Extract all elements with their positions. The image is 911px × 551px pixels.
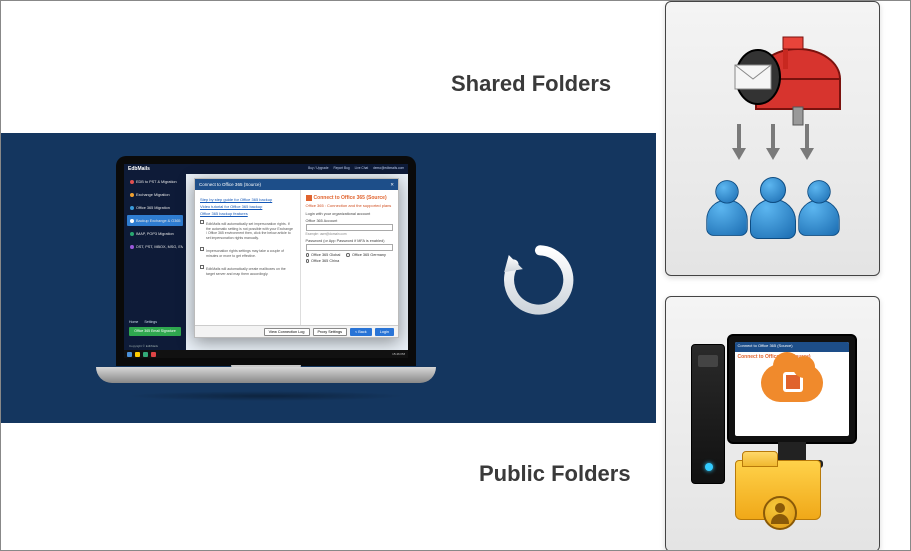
windows-taskbar: 15:46 PM	[124, 350, 408, 358]
link-chat[interactable]: Live Chat	[355, 166, 368, 170]
login-button[interactable]: Login	[375, 328, 394, 336]
person-icon	[702, 180, 751, 236]
arrow-icon	[734, 124, 744, 160]
user-badge-icon	[763, 496, 797, 530]
tab-settings[interactable]: Settings	[144, 320, 157, 324]
back-button[interactable]: < Back	[350, 328, 372, 336]
account-example: Example: user@domain.com	[306, 232, 393, 236]
copyright-text: Copyright © EdbMails	[129, 344, 158, 348]
app-window: EdbMails Buy / Upgrade Report Bug Live C…	[124, 164, 408, 358]
password-label: Password (or App Password if MFA is enab…	[306, 239, 393, 243]
monitor-dialog-title: Connect to Office 365 (Source)	[735, 342, 849, 352]
pc-tower-icon	[691, 344, 725, 484]
laptop-base	[96, 367, 436, 383]
shared-folders-label: Shared Folders	[451, 71, 611, 97]
radio-germany[interactable]	[346, 253, 350, 257]
top-links: Buy / Upgrade Report Bug Live Chat demo@…	[308, 166, 404, 170]
password-input[interactable]	[306, 244, 393, 251]
laptop-shadow	[126, 391, 406, 401]
person-icon	[794, 180, 843, 236]
taskbar-time: 15:46 PM	[392, 352, 405, 356]
public-folders-card: Connect to Office 365 (Source) Connect t…	[665, 296, 880, 551]
mailbox-graphic	[693, 29, 853, 249]
monitor-icon: Connect to Office 365 (Source) Connect t…	[727, 334, 857, 444]
dialog-right-pane: Connect to Office 365 (Source) Office 36…	[301, 190, 398, 337]
check-1[interactable]	[200, 220, 204, 224]
link-report[interactable]: Report Bug	[334, 166, 350, 170]
login-heading: Login with your organizational account	[306, 212, 393, 216]
shared-folders-card	[665, 1, 880, 276]
explorer-icon[interactable]	[135, 352, 140, 357]
laptop-illustration: EdbMails Buy / Upgrade Report Bug Live C…	[96, 156, 436, 401]
sidebar-item-backup[interactable]: Backup Exchange & O365	[127, 215, 183, 226]
public-folders-label: Public Folders	[479, 461, 631, 487]
monitor-stand	[778, 442, 806, 462]
link-buy[interactable]: Buy / Upgrade	[308, 166, 328, 170]
laptop-screen: EdbMails Buy / Upgrade Report Bug Live C…	[116, 156, 416, 366]
sidebar-item-exchange[interactable]: Exchange Migration	[127, 189, 183, 200]
arrow-icon	[768, 124, 778, 160]
features-link[interactable]: Office 365 backup features	[200, 211, 295, 216]
sidebar-item-imap[interactable]: IMAP, POP3 Migration	[127, 228, 183, 239]
connection-subhead: Office 365 : Connection and the supporte…	[306, 203, 393, 208]
account-label: Office 365 Account	[306, 219, 393, 223]
connect-dialog: Connect to Office 365 (Source) ✕ Step by…	[194, 178, 399, 338]
check-2[interactable]	[200, 247, 204, 251]
sidebar-item-ost[interactable]: OST, PST, MBOX, MSG, EML	[127, 241, 183, 252]
office-icon	[783, 372, 803, 392]
cloud-icon	[761, 364, 823, 402]
account-input[interactable]	[306, 224, 393, 231]
app-icon-1[interactable]	[143, 352, 148, 357]
dialog-left-pane: Step by step guide for Office 365 backup…	[195, 190, 301, 337]
arrow-icon	[802, 124, 812, 160]
close-icon[interactable]: ✕	[390, 182, 394, 188]
computer-graphic: Connect to Office 365 (Source) Connect t…	[683, 324, 863, 524]
sidebar-item-edb[interactable]: EDB to PST & Migration	[127, 176, 183, 187]
dialog-title: Connect to Office 365 (Source)	[199, 182, 261, 187]
guide-link[interactable]: Step by step guide for Office 365 backup	[200, 197, 295, 202]
dialog-footer: View Connection Log Proxy Settings < Bac…	[195, 325, 398, 337]
app-main-area: Connect to Office 365 (Source) ✕ Step by…	[186, 174, 408, 350]
link-account[interactable]: demo@edbmails.com	[373, 166, 404, 170]
view-log-button[interactable]: View Connection Log	[264, 328, 310, 336]
radio-china[interactable]	[306, 259, 310, 263]
proxy-button[interactable]: Proxy Settings	[313, 328, 347, 336]
email-signature-button[interactable]: Office 365 Email Signature	[129, 327, 181, 336]
people-group-icon	[693, 177, 853, 239]
sync-icon	[501, 241, 579, 319]
arrows-down	[693, 124, 853, 160]
app-logo: EdbMails	[128, 166, 150, 172]
right-column: Connect to Office 365 (Source) Connect t…	[665, 1, 880, 551]
o365-brand: Connect to Office 365 (Source)	[306, 195, 393, 201]
diagram-canvas: Shared Folders Public Folders EdbMails B…	[0, 0, 911, 551]
app-title-bar: EdbMails Buy / Upgrade Report Bug Live C…	[124, 164, 408, 174]
app-icon-2[interactable]	[151, 352, 156, 357]
radio-global[interactable]	[306, 253, 310, 257]
sidebar-item-o365[interactable]: Office 365 Migration	[127, 202, 183, 213]
tab-home[interactable]: Home	[129, 320, 138, 324]
start-icon[interactable]	[127, 352, 132, 357]
video-link[interactable]: Video tutorial for Office 365 backup	[200, 204, 295, 209]
dialog-title-bar: Connect to Office 365 (Source) ✕	[195, 179, 398, 190]
check-3[interactable]	[200, 265, 204, 269]
app-sidebar: EDB to PST & Migration Exchange Migratio…	[124, 174, 186, 350]
person-icon	[746, 177, 800, 239]
office-icon	[306, 195, 312, 201]
